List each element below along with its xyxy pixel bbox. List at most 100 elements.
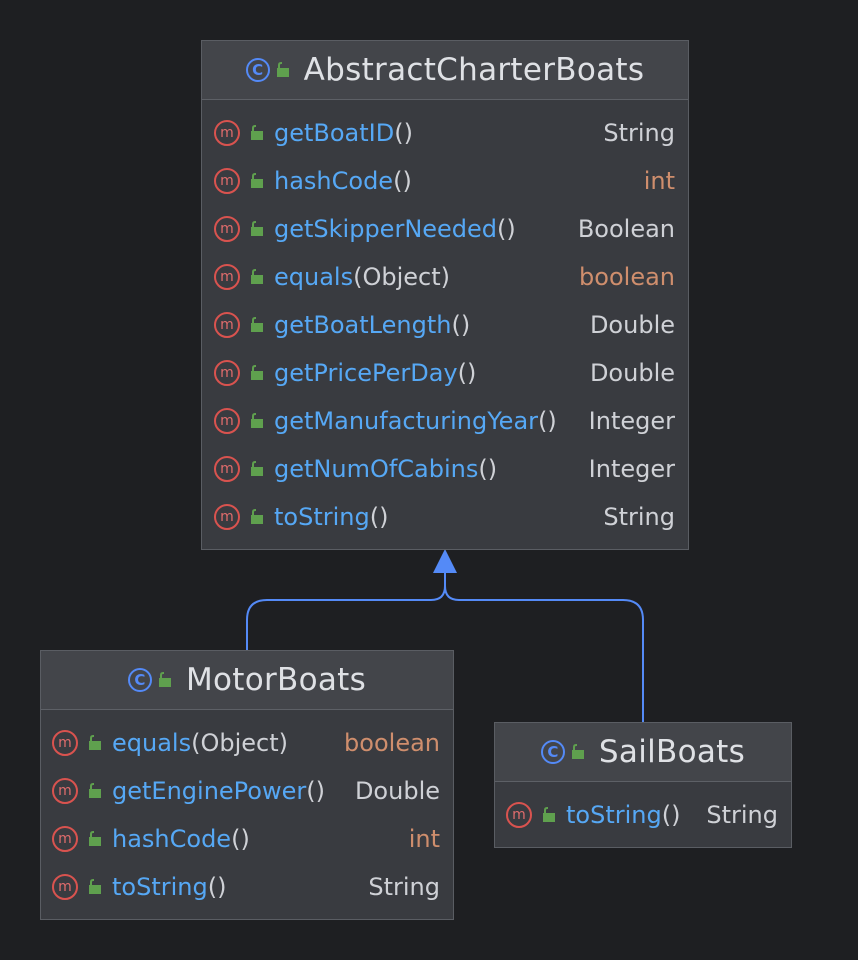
class-box-motorboats[interactable]: C MotorBoats m equals (Object) boolean m getE… — [40, 650, 454, 920]
method-params: () — [393, 167, 412, 195]
method-name: toString — [274, 503, 370, 531]
method-row[interactable]: m equals (Object) boolean — [52, 719, 453, 767]
method-name: getPricePerDay — [274, 359, 458, 387]
lock-icon — [88, 735, 102, 751]
return-type: int — [643, 167, 675, 195]
method-params: () — [231, 825, 250, 853]
method-name: equals — [274, 263, 354, 291]
method-row[interactable]: m toString() String — [52, 863, 453, 911]
method-params: () — [538, 407, 557, 435]
edge-sailboats-to-abstract — [444, 585, 644, 722]
method-params: () — [457, 359, 477, 387]
method-name: hashCode — [274, 167, 394, 195]
method-name: equals — [112, 729, 192, 757]
lock-icon — [158, 672, 172, 688]
class-header: C MotorBoats — [41, 651, 453, 710]
lock-icon — [88, 879, 102, 895]
method-name: getBoatID — [274, 119, 395, 147]
method-row[interactable]: m equals (Object) boolean — [214, 253, 688, 301]
method-params: () — [306, 777, 325, 805]
method-row[interactable]: m hashCode() int — [52, 815, 453, 863]
return-type: Double — [589, 359, 675, 387]
lock-icon — [250, 365, 264, 381]
edge-motorboats-to-abstract — [246, 572, 446, 650]
method-row[interactable]: m getBoatLength() Double — [214, 301, 688, 349]
method-params: () — [451, 311, 471, 339]
return-type: Double — [589, 311, 675, 339]
lock-icon — [250, 461, 264, 477]
method-params: (Object) — [353, 263, 450, 291]
method-row[interactable]: m toString() String — [506, 791, 791, 839]
method-name: toString — [566, 801, 662, 829]
method-name: getManufacturingYear — [274, 407, 539, 435]
method-icon: m — [214, 120, 240, 146]
return-type: boolean — [579, 263, 675, 291]
lock-icon — [542, 807, 556, 823]
return-type: Integer — [588, 455, 675, 483]
class-header: C SailBoats — [495, 723, 791, 782]
method-icon: m — [214, 408, 240, 434]
class-icon: C — [127, 668, 152, 692]
class-box-sailboats[interactable]: C SailBoats m toString() String — [494, 722, 792, 848]
return-type: boolean — [344, 729, 440, 757]
return-type: String — [706, 801, 778, 829]
method-icon: m — [214, 264, 240, 290]
method-params: () — [369, 503, 389, 531]
lock-icon — [250, 173, 264, 189]
method-icon: m — [214, 216, 240, 242]
class-icon: C — [245, 58, 270, 82]
lock-icon — [250, 509, 264, 525]
method-row[interactable]: m getSkipperNeeded() Boolean — [214, 205, 688, 253]
method-icon: m — [214, 312, 240, 338]
return-type: String — [603, 119, 675, 147]
return-type: String — [603, 503, 675, 531]
method-icon: m — [52, 874, 78, 900]
lock-icon — [88, 831, 102, 847]
method-row[interactable]: m getNumOfCabins() Integer — [214, 445, 688, 493]
return-type: Double — [354, 777, 440, 805]
class-name: MotorBoats — [185, 662, 367, 698]
method-name: getSkipperNeeded — [274, 215, 498, 243]
method-row[interactable]: m toString() String — [214, 493, 688, 541]
return-type: Integer — [588, 407, 675, 435]
method-row[interactable]: m getPricePerDay() Double — [214, 349, 688, 397]
lock-icon — [276, 62, 290, 78]
method-list: m toString() String — [495, 782, 791, 839]
class-name: SailBoats — [598, 734, 746, 770]
method-params: () — [661, 801, 681, 829]
class-header: C AbstractCharterBoats — [202, 41, 688, 100]
method-params: () — [478, 455, 498, 483]
method-icon: m — [214, 504, 240, 530]
method-icon: m — [214, 456, 240, 482]
lock-icon — [250, 269, 264, 285]
return-type: String — [368, 873, 440, 901]
method-params: () — [497, 215, 516, 243]
method-row[interactable]: m getManufacturingYear() Integer — [214, 397, 688, 445]
lock-icon — [250, 413, 264, 429]
method-params: () — [394, 119, 413, 147]
method-params: (Object) — [191, 729, 288, 757]
method-row[interactable]: m getEnginePower() Double — [52, 767, 453, 815]
method-list: m getBoatID() String m hashCode() int m getSkip… — [202, 100, 688, 541]
method-name: getEnginePower — [112, 777, 307, 805]
method-row[interactable]: m getBoatID() String — [214, 109, 688, 157]
class-box-abstractcharterboats[interactable]: C AbstractCharterBoats m getBoatID() Strin… — [201, 40, 689, 550]
lock-icon — [250, 125, 264, 141]
inheritance-arrowhead — [433, 549, 457, 573]
method-params: () — [207, 873, 227, 901]
lock-icon — [250, 317, 264, 333]
class-icon: C — [540, 740, 565, 764]
method-list: m equals (Object) boolean m getEnginePower() D… — [41, 710, 453, 911]
method-name: hashCode — [112, 825, 232, 853]
method-name: getBoatLength — [274, 311, 452, 339]
method-icon: m — [52, 778, 78, 804]
method-icon: m — [52, 826, 78, 852]
return-type: int — [408, 825, 440, 853]
method-icon: m — [506, 802, 532, 828]
lock-icon — [88, 783, 102, 799]
method-icon: m — [214, 168, 240, 194]
method-icon: m — [214, 360, 240, 386]
method-icon: m — [52, 730, 78, 756]
method-name: toString — [112, 873, 208, 901]
method-row[interactable]: m hashCode() int — [214, 157, 688, 205]
